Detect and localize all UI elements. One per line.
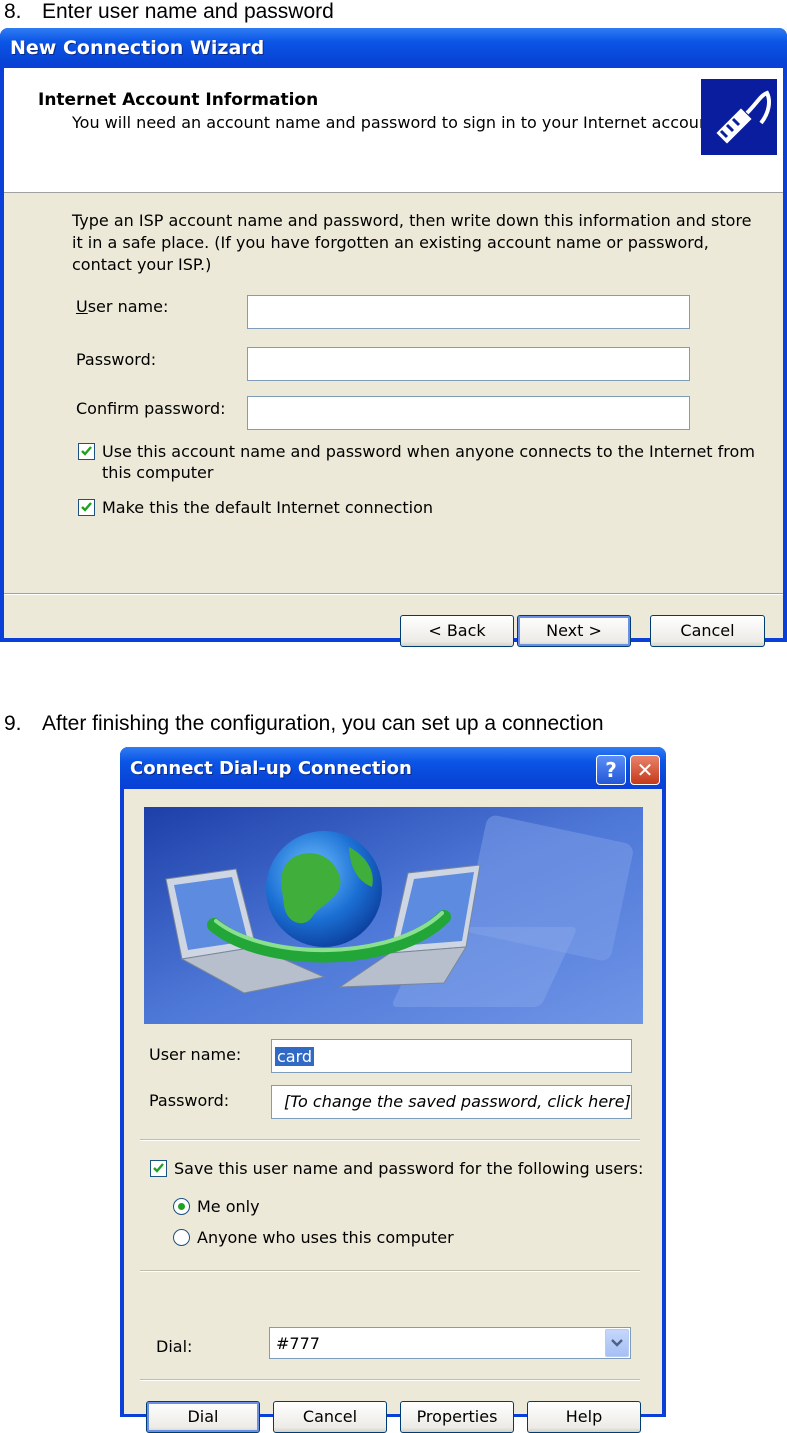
dial-number-value: #777 <box>276 1334 320 1353</box>
dialup-titlebar[interactable]: Connect Dial-up Connection ? ✕ <box>120 747 666 789</box>
laptops-globe-icon <box>144 807 643 1024</box>
dialup-username-value: card <box>275 1047 315 1066</box>
dial-button[interactable]: Dial <box>146 1401 260 1433</box>
password-field[interactable] <box>247 347 690 381</box>
wizard-header: Internet Account Information You will ne… <box>4 68 783 193</box>
checkmark-icon <box>81 446 92 456</box>
username-label-text: ser name: <box>87 297 169 316</box>
default-connection-checkbox[interactable] <box>78 499 95 516</box>
dialup-password-value: [To change the saved password, click her… <box>284 1092 631 1111</box>
next-button[interactable]: Next > <box>517 615 631 647</box>
help-icon[interactable]: ? <box>596 755 626 785</box>
use-account-label-line1: Use this account name and password when … <box>102 442 755 461</box>
step-number: 8. <box>4 0 22 23</box>
step-number: 9. <box>4 712 22 735</box>
radio-dot-icon <box>178 1203 185 1210</box>
cancel-button[interactable]: Cancel <box>650 615 765 647</box>
use-account-label: Use this account name and password when … <box>102 441 755 483</box>
step-8-caption: 8. Enter user name and password <box>4 0 334 24</box>
use-account-label-line2: this computer <box>102 463 214 482</box>
network-cable-icon <box>701 79 777 155</box>
dialup-divider-3 <box>140 1379 640 1381</box>
dialup-divider-1 <box>140 1139 640 1141</box>
dialup-password-label: Password: <box>149 1091 230 1110</box>
new-connection-wizard-window: New Connection Wizard Internet Account I… <box>0 28 787 647</box>
step-text: Enter user name and password <box>42 0 334 23</box>
save-credentials-checkbox[interactable] <box>150 1160 167 1177</box>
help-button[interactable]: Help <box>527 1401 641 1433</box>
chevron-down-icon[interactable] <box>605 1329 629 1357</box>
dialup-divider-2 <box>140 1270 640 1272</box>
dialup-client-area: User name: card Password: [To change the… <box>124 789 662 1433</box>
dialup-username-field[interactable]: card <box>271 1039 632 1073</box>
wizard-divider <box>4 593 783 595</box>
me-only-label: Me only <box>197 1197 260 1216</box>
anyone-label: Anyone who uses this computer <box>197 1228 454 1247</box>
properties-button[interactable]: Properties <box>400 1401 514 1433</box>
dialup-title: Connect Dial-up Connection <box>130 758 412 779</box>
close-icon[interactable]: ✕ <box>630 755 660 785</box>
confirm-password-field[interactable] <box>247 396 690 430</box>
wizard-header-title: Internet Account Information <box>38 90 319 110</box>
dialup-cancel-button[interactable]: Cancel <box>273 1401 387 1433</box>
use-account-checkbox[interactable] <box>78 443 95 460</box>
confirm-password-label-text: Confirm password: <box>76 399 226 418</box>
default-connection-label: Make this the default Internet connectio… <box>102 498 434 517</box>
password-label-text: Password: <box>76 350 157 369</box>
dial-number-select[interactable]: #777 <box>269 1327 631 1359</box>
me-only-radio[interactable] <box>173 1198 190 1215</box>
wizard-title: New Connection Wizard <box>10 37 265 59</box>
wizard-titlebar[interactable]: New Connection Wizard <box>0 28 787 68</box>
step-9-caption: 9. After finishing the configuration, you… <box>4 712 604 736</box>
wizard-client-area: Internet Account Information You will ne… <box>4 68 783 647</box>
save-credentials-label: Save this user name and password for the… <box>174 1159 644 1178</box>
wizard-header-subtitle: You will need an account name and passwo… <box>72 113 721 132</box>
dial-label: Dial: <box>156 1337 193 1356</box>
dialup-username-label: User name: <box>149 1045 242 1064</box>
checkmark-icon <box>81 502 92 512</box>
connect-dialup-window: Connect Dial-up Connection ? ✕ User name… <box>120 747 666 1433</box>
checkmark-icon <box>153 1163 164 1173</box>
wizard-intro-text: Type an ISP account name and password, t… <box>72 211 752 274</box>
username-field[interactable] <box>247 295 690 329</box>
username-label: User name: <box>76 297 169 316</box>
anyone-radio[interactable] <box>173 1229 190 1246</box>
confirm-password-label: Confirm password: <box>76 399 226 418</box>
back-button[interactable]: < Back <box>400 615 514 647</box>
password-label: Password: <box>76 350 156 369</box>
step-text: After finishing the configuration, you c… <box>42 712 604 735</box>
dialup-password-field[interactable]: [To change the saved password, click her… <box>271 1085 632 1119</box>
